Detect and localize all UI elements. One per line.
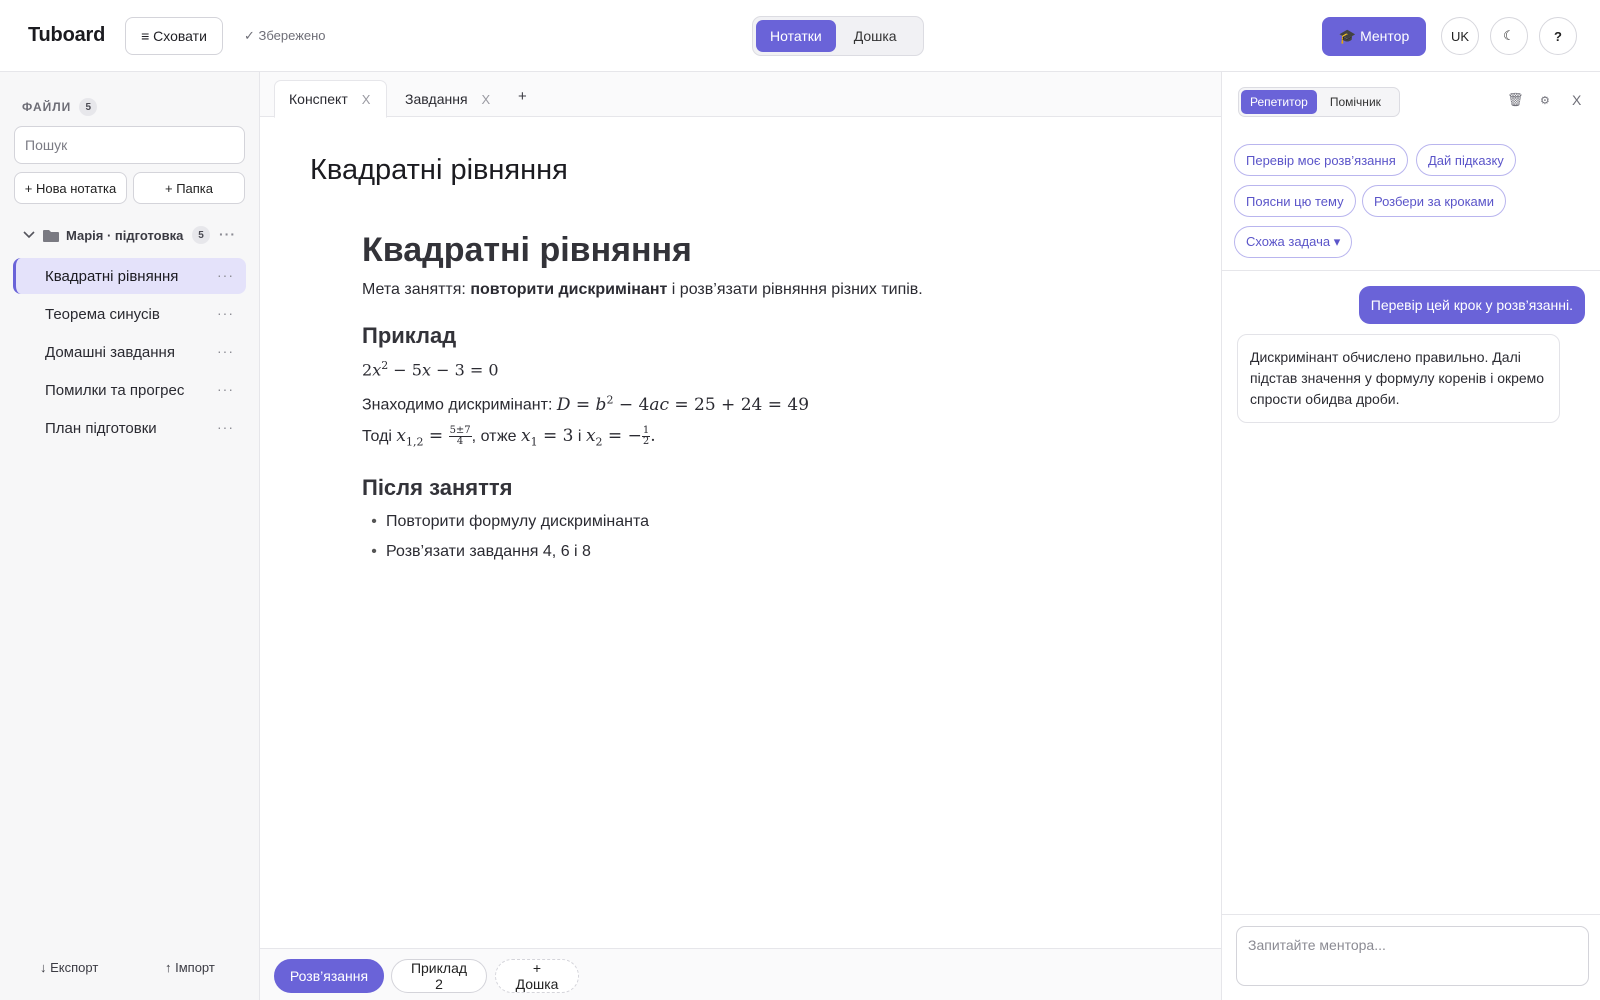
sidebar: ФАЙЛИ 5 + Нова нотатка + Папка Марія · п… xyxy=(0,72,260,1000)
tab-notes[interactable]: Нотатки xyxy=(756,20,836,52)
list-item: • Повторити формулу дискримінанта xyxy=(362,512,1142,532)
more-icon[interactable]: ··· xyxy=(217,381,234,397)
bullet-icon: • xyxy=(371,543,377,561)
files-count-badge: 5 xyxy=(79,98,98,116)
sidebar-item-quadratic-equations[interactable]: Квадратні рівняння ··· xyxy=(13,258,246,294)
more-icon[interactable]: ··· xyxy=(217,267,234,283)
add-board-button[interactable]: + Дошка xyxy=(495,959,579,993)
app-logo: Tuboard xyxy=(28,24,106,46)
close-icon[interactable]: X xyxy=(362,92,371,107)
import-button[interactable]: ↑ Імпорт xyxy=(165,960,215,975)
root-two: x2 = −1 2. xyxy=(585,424,656,449)
sidebar-item-label: Квадратні рівняння xyxy=(45,267,179,285)
list-item-text: Повторити формулу дискримінанта xyxy=(386,513,649,531)
panel-divider xyxy=(1222,270,1600,271)
chip-explain-topic[interactable]: Поясни цю тему xyxy=(1234,185,1356,217)
tab-assistant[interactable]: Помічник xyxy=(1321,90,1390,114)
chip-give-hint[interactable]: Дай підказку xyxy=(1416,144,1516,176)
tab-tasks[interactable]: Завдання X xyxy=(391,80,504,118)
goal-suffix: і розв’язати рівняння різних типів. xyxy=(667,281,923,298)
roots-formula: x1,2 = 5±7 4 xyxy=(396,424,472,449)
input-divider xyxy=(1222,914,1600,915)
bullet-icon: • xyxy=(371,513,377,531)
settings-icon[interactable]: ⚙ xyxy=(1540,94,1550,107)
board-tab-solution[interactable]: Розв’язання xyxy=(274,959,384,993)
new-note-button[interactable]: + Нова нотатка xyxy=(14,172,127,204)
sidebar-item-prep-plan[interactable]: План підготовки ··· xyxy=(13,410,246,446)
folder-row[interactable]: Марія · підготовка 5 ··· xyxy=(18,222,248,248)
mentor-button[interactable]: 🎓 Ментор xyxy=(1322,17,1426,56)
hide-sidebar-button[interactable]: ≡ Сховати xyxy=(125,17,223,55)
board-tab-example-2[interactable]: Приклад 2 xyxy=(391,959,487,993)
tab-label: Завдання xyxy=(405,91,468,107)
folder-label: Марія · підготовка xyxy=(66,227,184,243)
sidebar-item-label: Теорема синусів xyxy=(45,305,160,323)
sidebar-item-label: Домашні завдання xyxy=(45,343,175,361)
then-and: і xyxy=(573,427,586,445)
sidebar-item-label: План підготовки xyxy=(45,419,157,437)
files-heading-label: ФАЙЛИ xyxy=(22,100,72,114)
then-prefix: Тоді xyxy=(362,427,397,445)
folder-icon xyxy=(42,229,60,242)
more-icon[interactable]: ··· xyxy=(217,419,234,435)
assistant-message: Дискримінант обчислено правильно. Далі п… xyxy=(1237,334,1560,423)
discriminant-formula: D = b2 − 4ac = 25 + 24 = 49 xyxy=(556,393,810,415)
theme-toggle-icon[interactable]: ☾ xyxy=(1490,17,1528,55)
root-one: x1 = 3 xyxy=(521,425,574,449)
mode-switch: Нотатки Дошка xyxy=(752,16,924,56)
sidebar-item-homework[interactable]: Домашні завдання ··· xyxy=(13,334,246,370)
language-button[interactable]: UK xyxy=(1441,17,1479,55)
document-title[interactable]: Квадратні рівняння xyxy=(310,154,568,187)
chip-step-by-step[interactable]: Розбери за кроками xyxy=(1362,185,1506,217)
example-heading: Приклад xyxy=(362,323,457,348)
goal-bold: повторити дискримінант xyxy=(470,281,668,298)
trash-icon[interactable]: 🗑 xyxy=(1507,92,1524,108)
close-icon[interactable]: X xyxy=(1572,92,1581,108)
new-folder-button[interactable]: + Папка xyxy=(133,172,245,204)
save-status: ✓ Збережено xyxy=(244,28,326,43)
chevron-down-icon[interactable] xyxy=(18,231,40,239)
tab-tutor[interactable]: Репетитор xyxy=(1241,90,1317,114)
after-class-heading: Після заняття xyxy=(362,475,513,501)
editor: Конспект X Завдання X + Квадратні рівнян… xyxy=(260,72,1221,1000)
editor-tabbar: Конспект X Завдання X + xyxy=(260,72,1221,118)
equation: 2x2 − 5x − 3 = 0 xyxy=(362,359,499,380)
search-input[interactable] xyxy=(14,126,245,164)
chip-check-solution[interactable]: Перевір моє розв’язання xyxy=(1234,144,1408,176)
content-heading: Квадратні рівняння xyxy=(362,231,692,269)
chip-similar-task[interactable]: Схожа задача ▾ xyxy=(1234,226,1353,258)
document-content[interactable]: Квадратні рівняння Мета заняття: повтори… xyxy=(362,230,1142,562)
discriminant-prefix: Знаходимо дискримінант: xyxy=(362,396,557,414)
list-item-text: Розв’язати завдання 4, 6 і 8 xyxy=(386,543,591,561)
goal-paragraph: Мета заняття: повторити дискримінант і р… xyxy=(362,280,1142,300)
sidebar-item-mistakes-progress[interactable]: Помилки та прогрес ··· xyxy=(13,372,246,408)
more-icon[interactable]: ··· xyxy=(217,305,234,321)
roots-line: Тоді x1,2 = 5±7 4, отже x1 = 3 і x2 = −1 2… xyxy=(362,424,1142,452)
add-tab-button[interactable]: + xyxy=(518,88,527,105)
then-mid: , отже xyxy=(471,427,522,445)
board-tabs-bar: Розв’язання Приклад 2 + Дошка xyxy=(260,948,1221,1000)
sidebar-item-sine-theorem[interactable]: Теорема синусів ··· xyxy=(13,296,246,332)
mentor-mode-switch: Репетитор Помічник xyxy=(1238,87,1400,117)
folder-count-badge: 5 xyxy=(192,226,210,244)
sidebar-item-label: Помилки та прогрес xyxy=(45,381,185,399)
help-button[interactable]: ? xyxy=(1539,17,1577,55)
after-class-list: • Повторити формулу дискримінанта • Розв’я… xyxy=(362,512,1142,562)
list-item: • Розв’язати завдання 4, 6 і 8 xyxy=(362,542,1142,562)
export-button[interactable]: ↓ Експорт xyxy=(40,960,98,975)
files-heading: ФАЙЛИ 5 xyxy=(22,98,98,116)
discriminant-line: Знаходимо дискримінант: D = b2 − 4ac = 2… xyxy=(362,390,1142,416)
mentor-input[interactable] xyxy=(1236,926,1589,986)
mentor-panel: Репетитор Помічник 🗑 ⚙ X Перевір моє роз… xyxy=(1221,72,1600,1000)
tab-summary[interactable]: Конспект X xyxy=(274,80,387,118)
top-bar: Tuboard ≡ Сховати ✓ Збережено Нотатки До… xyxy=(0,0,1600,72)
goal-prefix: Мета заняття: xyxy=(362,281,471,298)
user-message: Перевір цей крок у розв’язанні. xyxy=(1358,286,1585,324)
tab-label: Конспект xyxy=(289,91,348,107)
folder-more-icon[interactable]: ··· xyxy=(219,226,236,242)
tab-board[interactable]: Дошка xyxy=(840,20,911,52)
close-icon[interactable]: X xyxy=(482,92,491,107)
more-icon[interactable]: ··· xyxy=(217,343,234,359)
